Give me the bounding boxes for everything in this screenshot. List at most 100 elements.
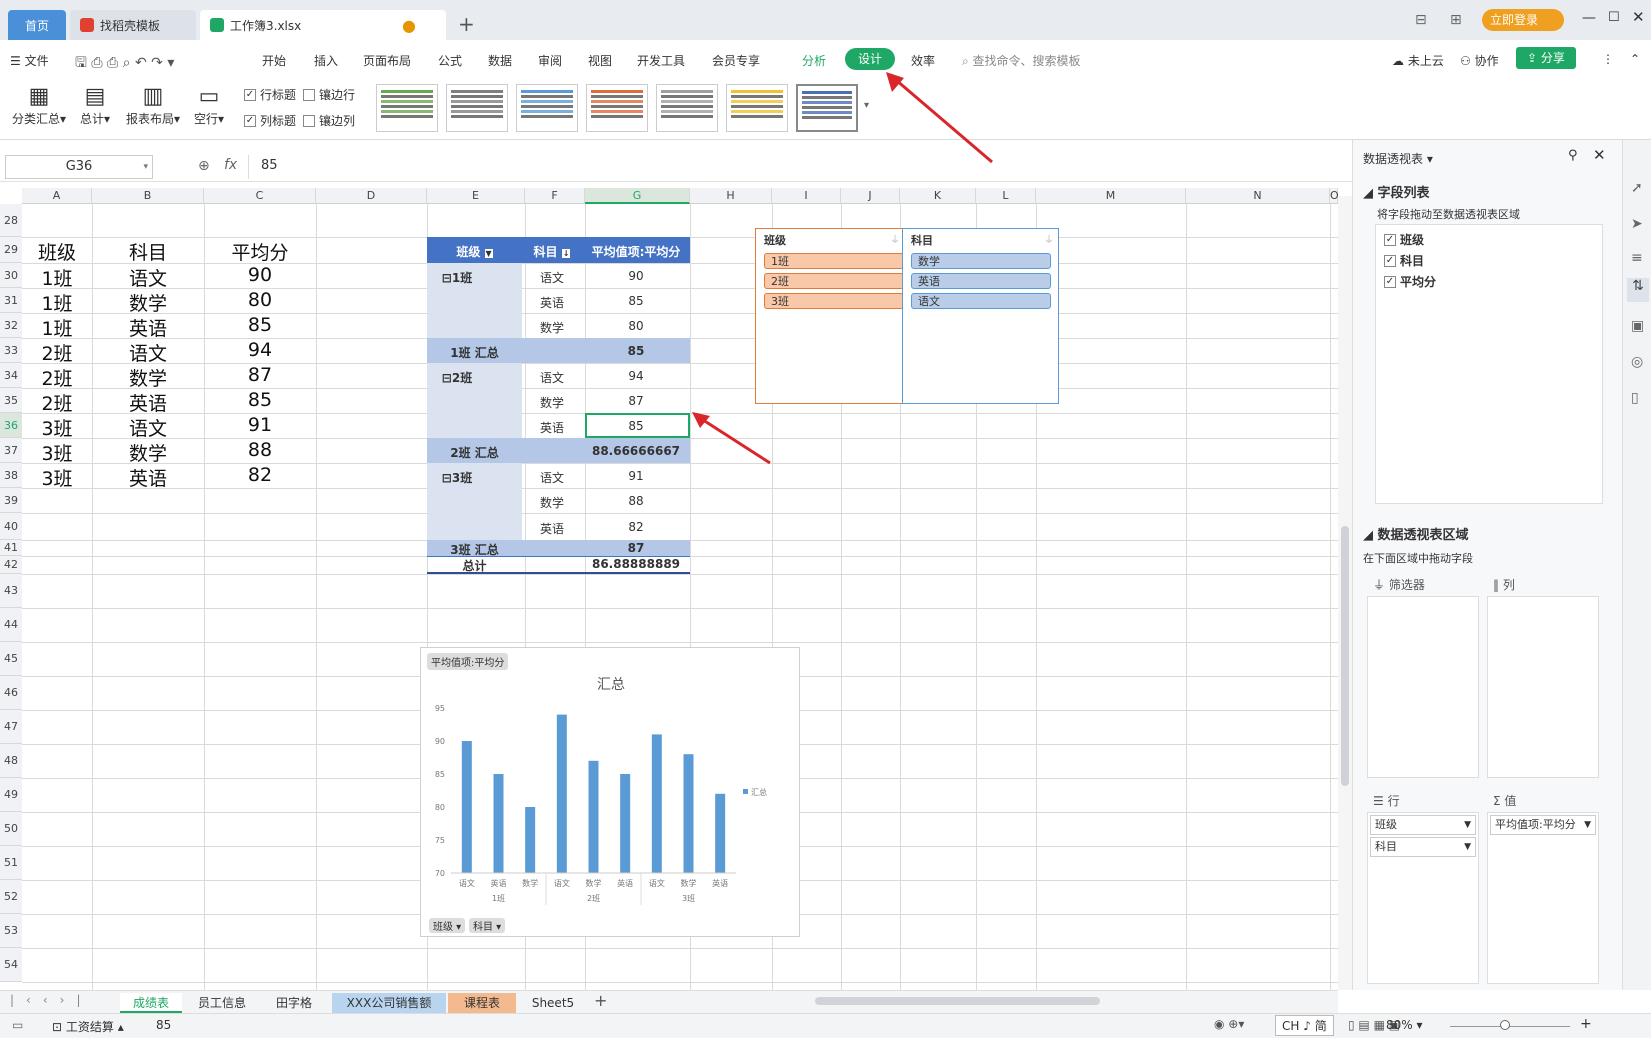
row-header-30[interactable]: 30	[0, 263, 22, 288]
pivot-subtotal-value[interactable]: 87	[582, 541, 690, 555]
pivot-subtotal-value[interactable]: 88.66666667	[582, 444, 690, 458]
chart-bar[interactable]	[715, 793, 726, 873]
row-header-40[interactable]: 40	[0, 513, 22, 540]
value-area[interactable]: 平均值项:平均分 ▼	[1487, 812, 1599, 984]
slicer-item[interactable]: 数学	[911, 253, 1051, 269]
chart-bar[interactable]	[493, 774, 504, 873]
source-cell[interactable]: 数学	[92, 364, 204, 391]
menu-insert[interactable]: 插入	[314, 52, 338, 69]
menu-data[interactable]: 数据	[488, 52, 512, 69]
zoom-level[interactable]: 80% ▾	[1386, 1018, 1423, 1032]
slicer-item[interactable]: 2班	[764, 273, 904, 289]
source-cell[interactable]: 88	[204, 439, 316, 461]
pivot-style-swatch[interactable]	[516, 84, 578, 132]
menu-view[interactable]: 视图	[588, 52, 612, 69]
pivot-subject[interactable]: 英语	[522, 520, 582, 537]
pivot-col-avg[interactable]: 平均值项:平均分	[582, 243, 690, 260]
field-class[interactable]: ✓ 班级	[1384, 231, 1424, 248]
row-header-34[interactable]: 34	[0, 363, 22, 388]
chart-bar[interactable]	[461, 741, 472, 873]
rocket-icon[interactable]: ➚	[1631, 180, 1643, 196]
row-header-52[interactable]: 52	[0, 880, 22, 914]
pivot-grand-value[interactable]: 86.88888889	[582, 557, 690, 571]
zoom-slider[interactable]	[1450, 1026, 1570, 1027]
grand-total-button[interactable]: ▤ 总计▾	[76, 84, 114, 127]
chart-bar[interactable]	[556, 714, 567, 873]
source-cell[interactable]: 英语	[92, 389, 204, 416]
row-header-46[interactable]: 46	[0, 676, 22, 710]
pivot-group-label[interactable]: ⊟2班	[437, 369, 477, 386]
zoom-slider-thumb[interactable]	[1500, 1020, 1510, 1030]
pane-title[interactable]: 数据透视表 ▾	[1363, 150, 1433, 167]
source-cell[interactable]: 2班	[22, 364, 92, 391]
field-score[interactable]: ✓ 平均分	[1384, 273, 1436, 290]
menu-file[interactable]: ☰ 文件	[10, 52, 49, 69]
book-icon[interactable]: ▯	[1631, 390, 1639, 406]
column-header-A[interactable]: A	[22, 188, 92, 204]
pivot-subject[interactable]: 语文	[522, 369, 582, 386]
row-header-53[interactable]: 53	[0, 914, 22, 948]
column-header-B[interactable]: B	[92, 188, 204, 204]
sheet-tab[interactable]: 员工信息	[186, 993, 258, 1013]
pivot-subject[interactable]: 数学	[522, 394, 582, 411]
formula-input[interactable]: 85	[248, 155, 1348, 179]
column-header-G[interactable]: G	[585, 188, 690, 204]
row-header-54[interactable]: 54	[0, 948, 22, 982]
value-field-avg[interactable]: 平均值项:平均分 ▼	[1490, 815, 1596, 835]
pivot-col-subject[interactable]: 科目 ↓	[522, 243, 582, 260]
login-button[interactable]: 立即登录	[1482, 9, 1564, 31]
pivot-style-swatch[interactable]	[376, 84, 438, 132]
name-box[interactable]: G36 ▾	[5, 155, 153, 179]
new-tab-button[interactable]: +	[458, 12, 475, 36]
row-header-28[interactable]: 28	[0, 204, 22, 237]
image-icon[interactable]: ▣	[1631, 318, 1644, 334]
banded-rows-checkbox[interactable]: 镶边行	[303, 86, 355, 103]
gallery-more-icon[interactable]: ▾	[864, 100, 869, 111]
row-area[interactable]: 班级 ▼ 科目 ▼	[1367, 812, 1479, 984]
command-search[interactable]: ⌕ 查找命令、搜索模板	[962, 52, 1081, 69]
slicer-item[interactable]: 语文	[911, 293, 1051, 309]
pivot-group-label[interactable]: ⊟1班	[437, 269, 477, 286]
source-cell[interactable]: 数学	[92, 439, 204, 466]
tab-workbook[interactable]: 工作簿3.xlsx ●	[200, 10, 446, 40]
pivot-subtotal-value[interactable]: 85	[582, 344, 690, 358]
subtotal-button[interactable]: ▦ 分类汇总▾	[8, 84, 70, 127]
row-header-51[interactable]: 51	[0, 846, 22, 880]
fx-icon[interactable]: fx	[224, 157, 237, 173]
clear-filter-icon[interactable]: ⏚	[890, 231, 900, 246]
pivot-style-swatch[interactable]	[446, 84, 508, 132]
chart-bar[interactable]	[620, 774, 631, 873]
pivot-subtotal-label[interactable]: 2班 汇总	[427, 444, 522, 461]
collab-button[interactable]: ⚇ 协作	[1460, 52, 1499, 69]
row-header-33[interactable]: 33	[0, 338, 22, 363]
menu-design[interactable]: 设计	[845, 48, 895, 70]
column-header-E[interactable]: E	[427, 188, 525, 204]
source-cell[interactable]: 90	[204, 264, 316, 286]
pivot-subject[interactable]: 数学	[522, 494, 582, 511]
src-header-class[interactable]: 班级	[22, 238, 92, 265]
pivot-subject[interactable]: 语文	[522, 469, 582, 486]
source-cell[interactable]: 语文	[92, 264, 204, 291]
src-header-subject[interactable]: 科目	[92, 238, 204, 265]
minimize-icon[interactable]: —	[1582, 10, 1596, 26]
macro-icon[interactable]: ▭	[12, 1018, 23, 1032]
source-cell[interactable]: 语文	[92, 339, 204, 366]
zoom-in-icon[interactable]: +	[1580, 1016, 1592, 1032]
cloud-button[interactable]: ☁ 未上云	[1392, 52, 1444, 69]
pivot-value[interactable]: 91	[582, 469, 690, 483]
source-cell[interactable]: 3班	[22, 414, 92, 441]
pivot-style-swatch[interactable]	[586, 84, 648, 132]
pivot-value[interactable]: 87	[582, 394, 690, 408]
source-cell[interactable]: 数学	[92, 289, 204, 316]
row-header-43[interactable]: 43	[0, 574, 22, 608]
row-header-45[interactable]: 45	[0, 642, 22, 676]
close-icon[interactable]: ✕	[1632, 8, 1645, 26]
zoom-formula-icon[interactable]: ⊕	[198, 158, 210, 174]
menu-developer[interactable]: 开发工具	[637, 52, 685, 69]
row-header-42[interactable]: 42	[0, 556, 22, 574]
chart-filter-subject[interactable]: 科目 ▾	[469, 918, 506, 933]
sheet-tab[interactable]: 成绩表	[120, 993, 182, 1013]
row-field-subject[interactable]: 科目 ▼	[1370, 837, 1476, 857]
source-cell[interactable]: 英语	[92, 464, 204, 491]
slicer-item[interactable]: 3班	[764, 293, 904, 309]
